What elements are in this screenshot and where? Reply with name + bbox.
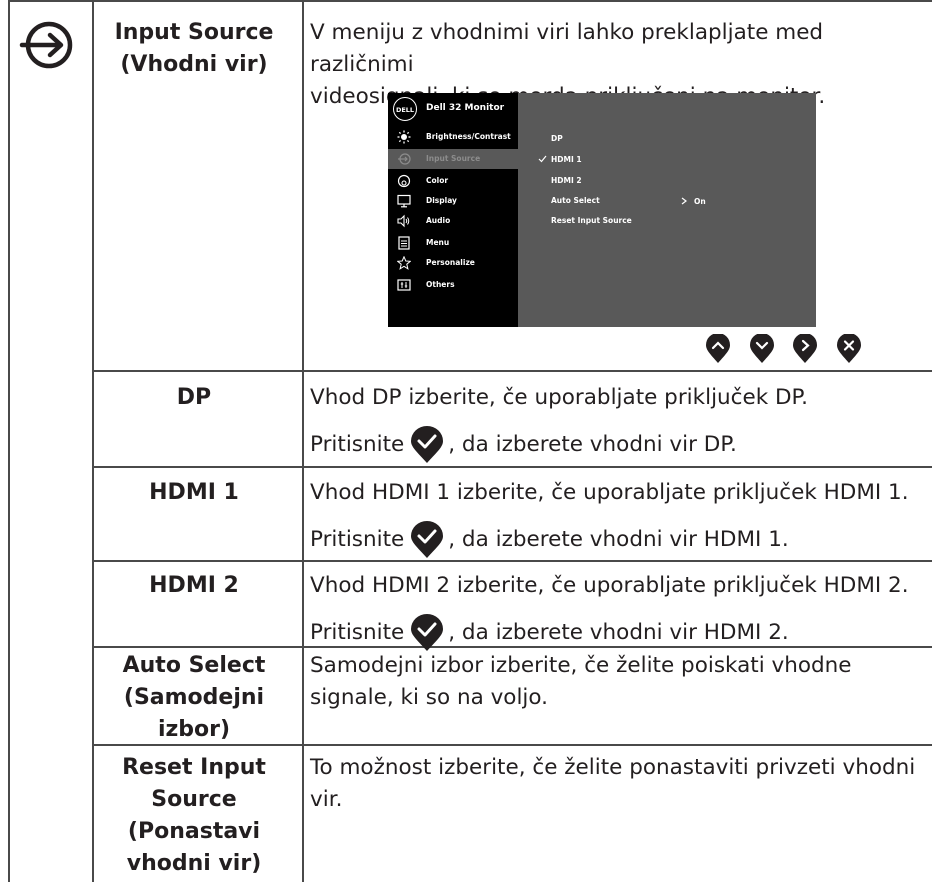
audio-icon	[397, 214, 410, 228]
row-label-auto-select: Auto Select (Samodejni izbor)	[96, 650, 292, 746]
desc-pre: Pritisnite	[310, 527, 405, 552]
osd-title: Dell 32 Monitor	[426, 103, 505, 113]
desc-line: Vhod DP izberite, če uporabljate priklju…	[310, 385, 809, 410]
osd-item-input-source: Input Source	[388, 149, 518, 169]
osd-item-label: Brightness/Contrast	[426, 132, 511, 141]
row-label-dp: DP	[96, 382, 292, 414]
row-label-input-source: Input Source (Vhodni vir)	[96, 17, 292, 81]
table-border-top	[8, 0, 932, 2]
dell-logo: DELL	[393, 97, 417, 121]
osd-item-label: Input Source	[426, 154, 481, 163]
desc-line: Vhod HDMI 2 izberite, če uporabljate pri…	[310, 573, 909, 598]
osd-item-brightness-contrast: Brightness/Contrast	[388, 127, 518, 147]
row-label-reset-input-source: Reset Input Source (Ponastavi vhodni vir…	[96, 752, 292, 880]
osd-menu-screenshot: DELL Dell 32 Monitor Brightness/Contrast	[388, 93, 816, 327]
label-line: (Ponastavi	[127, 819, 261, 844]
input-source-icon	[398, 153, 411, 165]
right-button-icon	[793, 334, 817, 363]
table-divider-1	[92, 0, 94, 882]
desc-line: vir.	[310, 787, 343, 812]
row-desc-auto-select: Samodejni izbor izberite, če želite pois…	[310, 650, 926, 714]
down-button-icon	[750, 334, 774, 363]
desc-line: Samodejni izbor izberite, če želite pois…	[310, 653, 852, 678]
row-desc-hdmi1: Vhod HDMI 1 izberite, če uporabljate pri…	[310, 477, 926, 559]
color-icon	[397, 174, 411, 188]
label-line: Reset Input	[122, 755, 266, 780]
osd-submenu-reset-input-source: Reset Input Source	[551, 216, 632, 225]
label-line: Input Source	[114, 20, 274, 45]
row-divider	[92, 370, 932, 372]
row-label-hdmi2: HDMI 2	[96, 570, 292, 602]
osd-item-label: Display	[426, 196, 457, 205]
desc-pre: Pritisnite	[310, 432, 405, 457]
others-icon	[397, 279, 411, 291]
desc-line: Pritisnite , da izberete vhodni vir HDMI…	[310, 614, 926, 652]
osd-item-label: Color	[426, 176, 449, 185]
osd-item-label: Menu	[426, 238, 450, 247]
label-line: izbor)	[157, 717, 231, 742]
check-button-icon	[411, 521, 444, 558]
menu-icon	[398, 236, 410, 250]
osd-item-others: Others	[388, 275, 518, 295]
osd-submenu-hdmi2: HDMI 2	[551, 176, 582, 185]
osd-item-audio: Audio	[388, 211, 518, 231]
check-button-icon	[411, 426, 444, 463]
personalize-star-icon	[397, 256, 411, 270]
desc-post: , da izberete vhodni vir HDMI 1.	[448, 527, 789, 552]
osd-item-menu: Menu	[388, 233, 518, 253]
osd-main-menu: DELL Dell 32 Monitor Brightness/Contrast	[388, 93, 518, 327]
close-button-icon	[837, 334, 861, 363]
brightness-icon	[397, 130, 411, 144]
table-border-left	[8, 0, 10, 882]
label-line: HDMI 2	[149, 573, 239, 598]
desc-post: , da izberete vhodni vir DP.	[448, 432, 737, 457]
check-button-icon	[411, 614, 444, 651]
input-source-icon	[19, 21, 73, 69]
osd-auto-select-value: On	[694, 197, 706, 206]
osd-item-color: Color	[388, 171, 518, 191]
osd-submenu-auto-select: Auto Select	[551, 196, 600, 205]
osd-item-label: Audio	[426, 216, 451, 225]
osd-submenu-dp: DP	[551, 134, 563, 143]
up-button-icon	[706, 334, 730, 363]
check-icon	[538, 155, 547, 163]
osd-item-personalize: Personalize	[388, 253, 518, 273]
label-line: Source	[151, 787, 237, 812]
desc-line: V meniju z vhodnimi viri lahko preklaplj…	[310, 20, 824, 77]
row-label-hdmi1: HDMI 1	[96, 477, 292, 509]
row-desc-hdmi2: Vhod HDMI 2 izberite, če uporabljate pri…	[310, 570, 926, 652]
osd-item-display: Display	[388, 191, 518, 211]
chevron-right-icon	[681, 197, 687, 205]
label-line: Auto Select	[122, 653, 266, 678]
desc-line: Pritisnite , da izberete vhodni vir HDMI…	[310, 521, 926, 559]
desc-line: Vhod HDMI 1 izberite, če uporabljate pri…	[310, 480, 909, 505]
label-line: DP	[176, 385, 212, 410]
label-line: HDMI 1	[149, 480, 239, 505]
osd-submenu-hdmi1: HDMI 1	[551, 155, 582, 164]
desc-line: signale, ki so na voljo.	[310, 685, 549, 710]
osd-item-label: Personalize	[426, 258, 475, 267]
desc-post: , da izberete vhodni vir HDMI 2.	[448, 620, 789, 645]
row-desc-reset-input-source: To možnost izberite, če želite ponastavi…	[310, 752, 926, 816]
table-divider-2	[302, 0, 304, 882]
row-divider	[92, 466, 932, 468]
row-divider	[92, 560, 932, 562]
desc-line: To možnost izberite, če želite ponastavi…	[310, 755, 916, 780]
display-icon	[397, 194, 411, 208]
label-line: (Vhodni vir)	[120, 52, 268, 77]
label-line: vhodni vir)	[126, 851, 262, 876]
row-desc-dp: Vhod DP izberite, če uporabljate priklju…	[310, 382, 926, 464]
desc-pre: Pritisnite	[310, 620, 405, 645]
label-line: (Samodejni	[123, 685, 265, 710]
osd-header: DELL Dell 32 Monitor	[388, 93, 518, 125]
osd-item-label: Others	[426, 280, 455, 289]
desc-line: Pritisnite , da izberete vhodni vir DP.	[310, 426, 926, 464]
